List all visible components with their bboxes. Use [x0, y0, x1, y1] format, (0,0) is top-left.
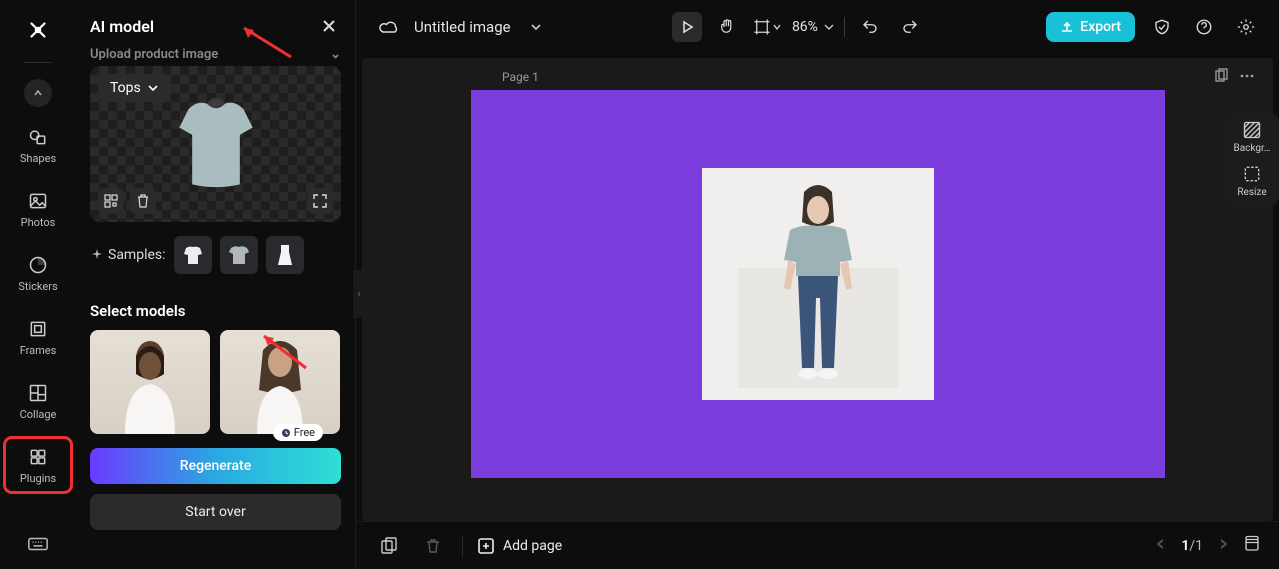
redo-icon[interactable] — [895, 12, 925, 42]
more-icon[interactable] — [1239, 68, 1255, 88]
resize-icon — [1242, 164, 1262, 184]
prev-page-icon[interactable] — [1155, 538, 1167, 554]
rail-item-plugins[interactable]: Plugins — [6, 439, 70, 491]
rail-item-photos[interactable]: Photos — [6, 183, 70, 235]
panel-title: AI model — [90, 17, 154, 36]
upload-section-header: Upload product image ⌄ — [90, 48, 341, 60]
category-label: Tops — [110, 80, 141, 96]
left-rail: Shapes Photos Stickers Frames Collage Pl… — [0, 0, 76, 569]
play-icon[interactable] — [672, 12, 702, 42]
topbar: Untitled image 86% Export — [356, 0, 1279, 54]
rail-item-label: Shapes — [20, 152, 56, 165]
export-button[interactable]: Export — [1046, 12, 1135, 42]
rail-item-shapes[interactable]: Shapes — [6, 119, 70, 171]
app-logo[interactable] — [22, 14, 54, 46]
keyboard-icon[interactable] — [0, 533, 76, 555]
settings-icon[interactable] — [1231, 12, 1261, 42]
main-area: Untitled image 86% Export — [356, 0, 1279, 569]
duplicate-icon[interactable] — [374, 531, 404, 561]
chevron-down-icon — [147, 82, 159, 94]
qr-icon[interactable] — [98, 188, 124, 214]
sample-thumb-1[interactable] — [174, 236, 212, 274]
trash-icon[interactable] — [418, 531, 448, 561]
rail-collapse-button[interactable] — [24, 79, 52, 107]
add-page-button[interactable]: Add page — [477, 537, 562, 555]
undo-icon[interactable] — [855, 12, 885, 42]
copy-page-icon[interactable] — [1213, 68, 1229, 88]
page-indicator: 1/1 — [1181, 538, 1203, 554]
rail-item-collage[interactable]: Collage — [6, 375, 70, 427]
model-thumb-2[interactable] — [220, 330, 340, 434]
help-icon[interactable] — [1189, 12, 1219, 42]
rail-item-label: Collage — [20, 408, 57, 421]
generated-image[interactable] — [702, 168, 934, 400]
regenerate-button[interactable]: Regenerate — [90, 448, 341, 484]
stickers-icon — [27, 254, 49, 276]
upload-icon — [1060, 20, 1074, 34]
zoom-value: 86% — [792, 19, 818, 35]
artboard[interactable] — [471, 90, 1165, 478]
canvas[interactable]: Page 1 — [362, 58, 1273, 521]
background-tool[interactable]: Backgr… — [1234, 120, 1271, 154]
right-tools: Backgr… Resize — [1225, 112, 1279, 206]
plugins-icon — [27, 446, 49, 468]
collage-icon — [27, 382, 49, 404]
start-over-button[interactable]: Start over — [90, 494, 341, 530]
chevron-down-icon[interactable]: ⌄ — [330, 48, 341, 60]
rail-item-stickers[interactable]: Stickers — [6, 247, 70, 299]
page-label: Page 1 — [502, 70, 539, 84]
free-badge: Free — [273, 424, 323, 441]
hand-icon[interactable] — [712, 12, 742, 42]
photos-icon — [27, 190, 49, 212]
chevron-down-icon[interactable] — [521, 12, 551, 42]
layers-icon[interactable] — [1243, 535, 1261, 557]
add-page-icon — [477, 537, 495, 555]
select-models-label: Select models — [90, 302, 341, 320]
ai-model-panel: AI model Upload product image ⌄ Tops Sam… — [76, 0, 356, 569]
rail-item-label: Frames — [20, 344, 57, 357]
artboard-icon[interactable] — [752, 12, 782, 42]
shield-icon[interactable] — [1147, 12, 1177, 42]
frames-icon — [27, 318, 49, 340]
category-dropdown[interactable]: Tops — [98, 74, 171, 102]
rail-item-label: Stickers — [18, 280, 57, 293]
document-title[interactable]: Untitled image — [414, 18, 511, 36]
sample-thumb-2[interactable] — [220, 236, 258, 274]
zoom-control[interactable]: 86% — [792, 19, 834, 35]
sample-thumb-3[interactable] — [266, 236, 304, 274]
product-image-box: Tops — [90, 66, 341, 222]
pager: 1/1 — [1155, 535, 1261, 557]
close-icon[interactable] — [317, 14, 341, 38]
resize-tool[interactable]: Resize — [1237, 164, 1266, 198]
samples-label: Samples: — [90, 247, 166, 263]
expand-icon[interactable] — [307, 188, 333, 214]
rail-item-frames[interactable]: Frames — [6, 311, 70, 363]
model-thumb-1[interactable] — [90, 330, 210, 434]
background-icon — [1242, 120, 1262, 140]
sparkle-icon — [90, 248, 104, 262]
next-page-icon[interactable] — [1217, 538, 1229, 554]
bottom-bar: Add page 1/1 — [356, 521, 1279, 569]
product-tshirt-image — [161, 89, 271, 199]
rail-item-label: Plugins — [20, 472, 56, 485]
upload-label: Upload product image — [90, 48, 218, 60]
cloud-icon[interactable] — [374, 12, 404, 42]
shapes-icon — [27, 126, 49, 148]
clock-icon — [281, 428, 291, 438]
chevron-down-icon — [824, 22, 834, 32]
rail-item-label: Photos — [21, 216, 56, 229]
trash-icon[interactable] — [130, 188, 156, 214]
